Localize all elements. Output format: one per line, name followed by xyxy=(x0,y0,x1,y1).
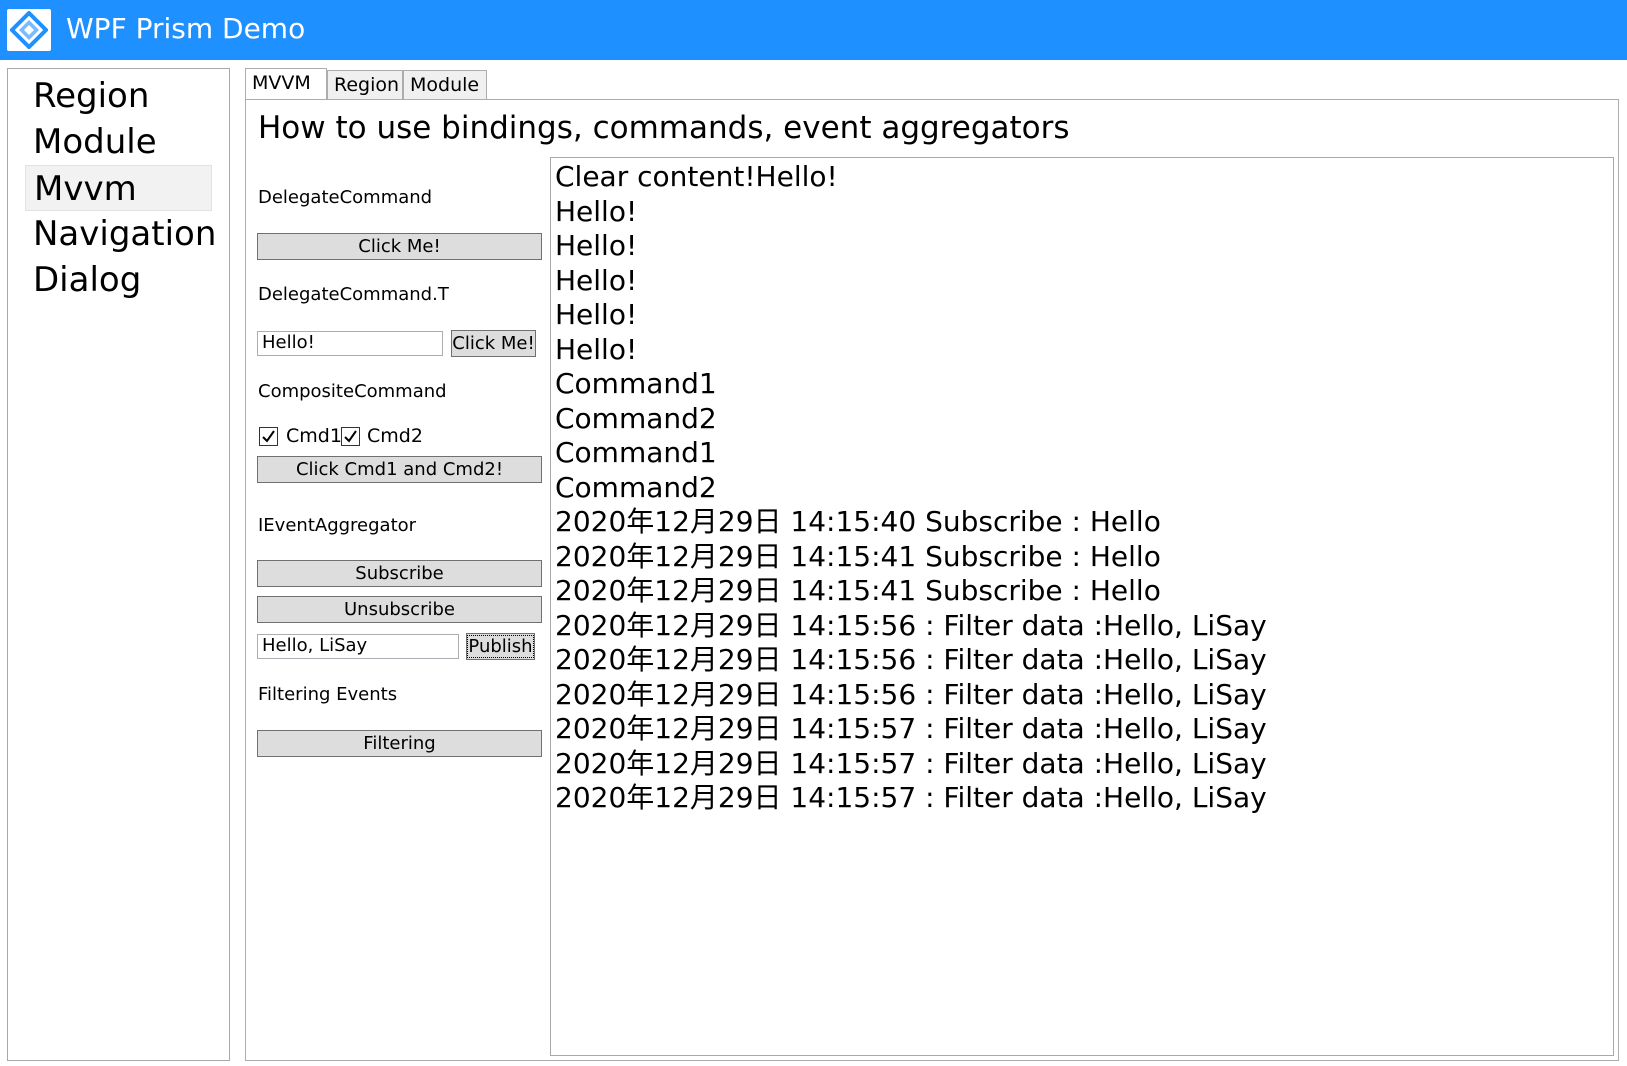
delegate-command-t-button[interactable]: Click Me! xyxy=(451,330,536,357)
delegate-command-t-label: DelegateCommand.T xyxy=(258,284,449,305)
publish-button-label: Publish xyxy=(467,634,534,658)
page-title: How to use bindings, commands, event agg… xyxy=(258,110,1070,146)
menu-item-navigation[interactable]: Navigation xyxy=(25,211,216,257)
window-title: WPF Prism Demo xyxy=(66,12,306,45)
output-line: 2020年12月29日 14:15:41 Subscribe : Hello xyxy=(555,539,1161,573)
delegate-command-t-input[interactable]: Hello! xyxy=(257,331,443,356)
publish-button[interactable]: Publish xyxy=(466,633,535,660)
checkmark-icon xyxy=(344,430,357,443)
event-aggregator-label: IEventAggregator xyxy=(258,515,417,536)
menu-item-dialog[interactable]: Dialog xyxy=(25,257,212,303)
output-list[interactable]: Clear content!Hello! Hello! Hello! Hello! He… xyxy=(550,157,1614,1056)
output-line: Clear content!Hello! xyxy=(555,160,838,193)
unsubscribe-button[interactable]: Unsubscribe xyxy=(257,596,542,623)
title-bar: WPF Prism Demo xyxy=(0,0,1627,60)
output-line: 2020年12月29日 14:15:57 : Filter data :Hell… xyxy=(555,781,1267,814)
output-line: 2020年12月29日 14:15:57 : Filter data :Hell… xyxy=(555,712,1267,745)
composite-command-button[interactable]: Click Cmd1 and Cmd2! xyxy=(257,456,542,483)
output-line: Hello! xyxy=(555,298,638,331)
output-line: 2020年12月29日 14:15:56 : Filter data :Hell… xyxy=(555,643,1267,676)
output-line: Hello! xyxy=(555,332,638,366)
subscribe-button[interactable]: Subscribe xyxy=(257,560,542,587)
delegate-command-label: DelegateCommand xyxy=(258,187,433,208)
output-line: Hello! xyxy=(555,263,638,297)
output-line: 2020年12月29日 14:15:56 : Filter data :Hell… xyxy=(555,677,1267,711)
output-line: Command2 xyxy=(555,470,717,504)
left-menu: Region Module Mvvm Navigation Dialog xyxy=(7,68,230,1061)
cmd1-label: Cmd1 xyxy=(286,425,342,447)
output-line: 2020年12月29日 14:15:56 : Filter data :Hell… xyxy=(555,608,1267,642)
output-line: 2020年12月29日 14:15:40 Subscribe : Hello xyxy=(555,505,1161,538)
output-line: Command1 xyxy=(555,436,717,469)
output-line: Command2 xyxy=(555,401,717,435)
composite-command-label: CompositeCommand xyxy=(258,381,447,402)
delegate-command-button[interactable]: Click Me! xyxy=(257,233,542,260)
tab-mvvm[interactable]: MVVM xyxy=(245,68,327,99)
publish-message-input[interactable]: Hello, LiSay xyxy=(257,634,459,659)
output-line: 2020年12月29日 14:15:57 : Filter data :Hell… xyxy=(555,746,1267,780)
output-line: Hello! xyxy=(555,194,638,228)
output-line: Command1 xyxy=(555,367,717,400)
prism-logo-icon xyxy=(7,9,51,51)
checkmark-icon xyxy=(262,430,275,443)
menu-item-module[interactable]: Module xyxy=(25,119,212,165)
cmd2-label: Cmd2 xyxy=(367,425,423,447)
tab-module[interactable]: Module xyxy=(403,70,487,100)
menu-item-mvvm[interactable]: Mvvm xyxy=(25,165,212,211)
filtering-events-label: Filtering Events xyxy=(258,684,398,705)
cmd1-checkbox[interactable] xyxy=(259,427,278,446)
tab-region[interactable]: Region xyxy=(327,70,403,100)
cmd2-checkbox[interactable] xyxy=(341,427,360,446)
menu-item-region[interactable]: Region xyxy=(25,73,212,119)
output-line: 2020年12月29日 14:15:41 Subscribe : Hello xyxy=(555,574,1161,607)
output-line: Hello! xyxy=(555,229,638,262)
filtering-button[interactable]: Filtering xyxy=(257,730,542,757)
